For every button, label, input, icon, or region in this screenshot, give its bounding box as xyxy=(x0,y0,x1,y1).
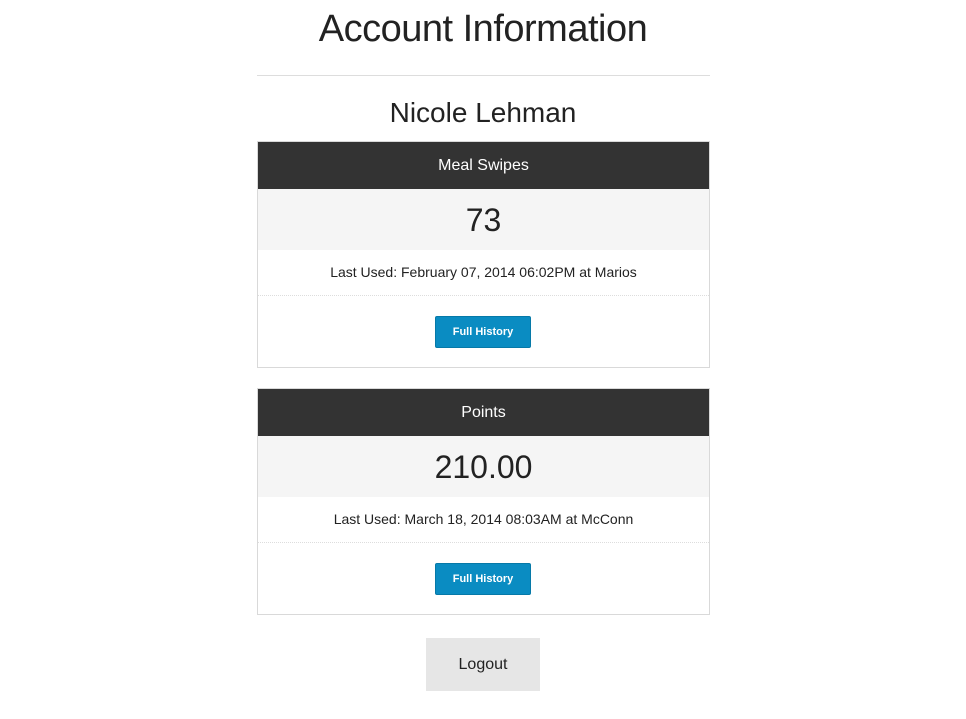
meal-swipes-header: Meal Swipes xyxy=(258,142,709,189)
meal-swipes-full-history-button[interactable]: Full History xyxy=(435,316,531,348)
title-divider xyxy=(257,75,710,76)
meal-swipes-card: Meal Swipes 73 Last Used: February 07, 2… xyxy=(257,141,710,368)
points-value: 210.00 xyxy=(258,436,709,497)
meal-swipes-value: 73 xyxy=(258,189,709,250)
meal-swipes-actions: Full History xyxy=(258,296,709,367)
user-name: Nicole Lehman xyxy=(389,97,577,128)
page-title: Account Information xyxy=(318,8,648,50)
meal-swipes-last-used: Last Used: February 07, 2014 06:02PM at … xyxy=(258,250,709,296)
points-full-history-button[interactable]: Full History xyxy=(435,563,531,595)
points-header: Points xyxy=(258,389,709,436)
points-card: Points 210.00 Last Used: March 18, 2014 … xyxy=(257,388,710,615)
points-actions: Full History xyxy=(258,543,709,614)
points-last-used: Last Used: March 18, 2014 08:03AM at McC… xyxy=(258,497,709,543)
logout-button[interactable]: Logout xyxy=(426,638,540,691)
